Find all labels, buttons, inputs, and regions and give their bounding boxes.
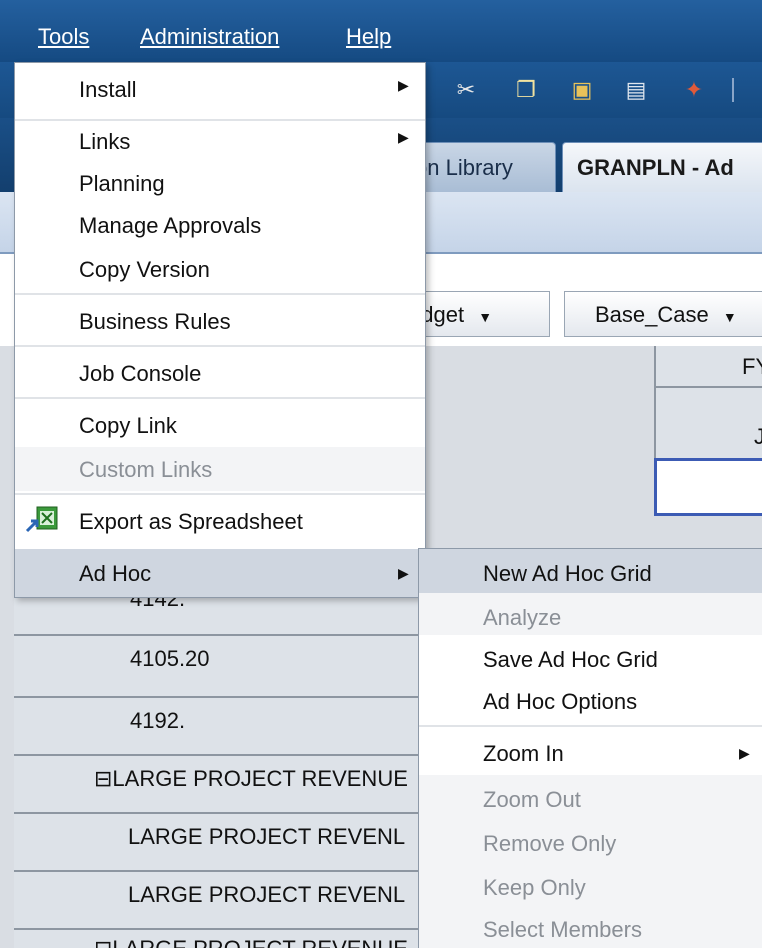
menu-item-select-members: Select Members (419, 907, 762, 948)
table-row[interactable]: LARGE PROJECT REVENL (14, 872, 422, 930)
menu-item-zoom-in[interactable]: Zoom In ▶ (419, 729, 762, 773)
menu-item-business-rules[interactable]: Business Rules (15, 309, 425, 339)
table-row[interactable]: 4142. (14, 598, 422, 636)
submenu-arrow-icon: ▶ (398, 565, 409, 581)
table-row[interactable]: LARGE PROJECT REVENL (14, 814, 422, 872)
submenu-arrow-icon: ▶ (398, 129, 409, 145)
pin-icon[interactable]: ✦ (680, 76, 708, 104)
menu-separator (15, 119, 425, 121)
menu-separator (419, 725, 762, 727)
table-row[interactable]: 4105.20 (14, 636, 422, 698)
submenu-arrow-icon: ▶ (739, 745, 750, 761)
export-spreadsheet-icon (25, 506, 58, 533)
menu-item-manage-approvals[interactable]: Manage Approvals (15, 213, 425, 243)
menu-administration[interactable]: Administration (140, 24, 279, 50)
selected-cell[interactable] (654, 458, 762, 516)
menu-item-links[interactable]: Links ▶ (15, 129, 425, 159)
paste-icon[interactable]: ▣ (568, 76, 596, 104)
menu-item-zoom-out: Zoom Out (419, 775, 762, 819)
menu-item-copy-version[interactable]: Copy Version (15, 257, 425, 287)
pov-scenario-dropdown[interactable]: Base_Case ▼ (564, 291, 762, 337)
menu-bar: Tools Administration Help (0, 0, 762, 62)
ad-hoc-submenu: New Ad Hoc Grid Analyze Save Ad Hoc Grid… (418, 548, 762, 948)
menu-item-install[interactable]: Install ▶ (15, 77, 425, 107)
menu-separator (15, 397, 425, 399)
submenu-arrow-icon: ▶ (398, 77, 409, 93)
menu-item-job-console[interactable]: Job Console (15, 361, 425, 391)
copy-icon[interactable]: ❐ (512, 76, 540, 104)
toolbar-separator (732, 78, 734, 102)
menu-tools[interactable]: Tools (38, 24, 89, 50)
menu-item-export-spreadsheet[interactable]: Export as Spreadsheet (15, 499, 425, 545)
table-row[interactable]: ⊟LARGE PROJECT REVENUE (14, 756, 422, 814)
menu-item-copy-link[interactable]: Copy Link (15, 413, 425, 443)
properties-icon[interactable]: ▤ (622, 76, 650, 104)
menu-separator (15, 345, 425, 347)
menu-item-new-ad-hoc-grid[interactable]: New Ad Hoc Grid (419, 549, 762, 593)
column-header-year: FY (654, 346, 762, 386)
cut-icon[interactable]: ✂ (452, 76, 480, 104)
tab-granpln[interactable]: GRANPLN - Ad (562, 142, 762, 192)
menu-item-analyze: Analyze (419, 593, 762, 635)
menu-item-ad-hoc[interactable]: Ad Hoc ▶ (15, 549, 425, 597)
menu-item-custom-links: Custom Links (15, 447, 425, 491)
table-row[interactable]: 4192. (14, 698, 422, 756)
table-row[interactable]: ⊟LARGE PROJECT REVENUE (14, 930, 422, 948)
menu-item-keep-only: Keep Only (419, 863, 762, 907)
menu-help[interactable]: Help (346, 24, 391, 50)
column-header-period: J (654, 386, 762, 458)
menu-item-ad-hoc-options[interactable]: Ad Hoc Options (419, 677, 762, 719)
menu-item-remove-only: Remove Only (419, 819, 762, 863)
menu-separator (15, 493, 425, 495)
tools-menu: Install ▶ Links ▶ Planning Manage Approval… (14, 62, 426, 598)
menu-item-save-ad-hoc-grid[interactable]: Save Ad Hoc Grid (419, 635, 762, 677)
menu-item-planning[interactable]: Planning (15, 171, 425, 201)
menu-separator (15, 293, 425, 295)
